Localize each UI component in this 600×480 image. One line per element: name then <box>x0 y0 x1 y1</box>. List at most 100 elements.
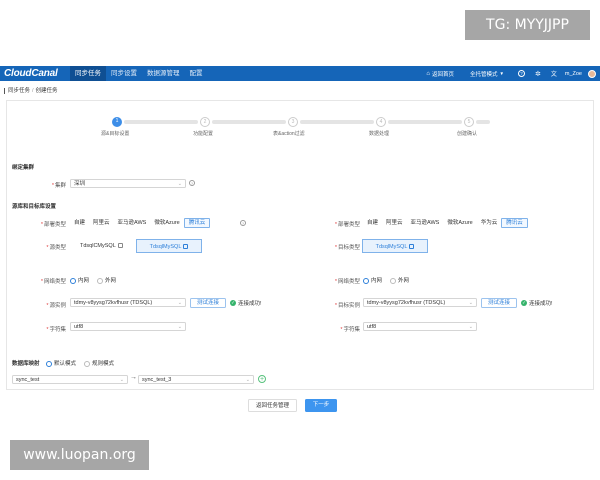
source-type-tdsqlmysql[interactable]: TdsqlMySQL <box>136 239 202 253</box>
target-test-connection-button[interactable]: 测试连接 <box>481 298 517 308</box>
source-deploy-label: *部署类型 <box>40 222 66 228</box>
target-deploy-options: 自建 阿里云 亚马逊AWS 微软Azure 华为云 腾讯云 <box>363 218 528 228</box>
mapping-target-db-select[interactable]: sync_test_3 ⌄ <box>138 375 254 384</box>
target-deploy-label: *部署类型 <box>334 222 360 228</box>
source-deploy-aws[interactable]: 亚马逊AWS <box>114 218 151 228</box>
target-network-extranet[interactable]: 外网 <box>390 276 409 284</box>
source-network-intranet[interactable]: 内网 <box>70 276 89 284</box>
check-icon: ✓ <box>521 300 527 306</box>
step-4-label: 数据处理 <box>369 131 390 137</box>
chevron-down-icon: ⌄ <box>468 324 473 330</box>
cluster-select[interactable]: 深圳 ⌄ <box>70 179 186 188</box>
gear-icon[interactable]: ✲ <box>535 70 541 78</box>
mapping-source-db-select[interactable]: sync_test ⌄ <box>12 375 128 384</box>
source-test-connection-button[interactable]: 测试连接 <box>190 298 226 308</box>
step-5-label: 创建确认 <box>457 131 478 137</box>
target-deploy-tencent[interactable]: 腾讯云 <box>501 218 528 228</box>
radio-on[interactable] <box>46 360 52 367</box>
target-deploy-azure[interactable]: 微软Azure <box>443 218 476 228</box>
db-section-title: 源库和目标库设置 <box>12 204 57 210</box>
database-icon <box>117 243 123 249</box>
chevron-down-icon: ⌄ <box>119 377 124 383</box>
target-charset-select[interactable]: utf8 ⌄ <box>363 322 477 331</box>
chevron-down-icon: ⌄ <box>177 324 182 330</box>
help-icon[interactable]: ? <box>240 220 246 226</box>
radio-off[interactable] <box>97 277 104 284</box>
radio-on[interactable] <box>70 277 76 284</box>
source-type-tdsqlcmysql[interactable]: TdsqlCMySQL <box>80 239 132 253</box>
target-instance-label: *目标实例 <box>334 303 360 309</box>
top-navbar: CloudCanal 同步任务 同步设置 数据源管理 配置 ⌂ 返回首页 全托管… <box>0 66 600 81</box>
watermark-bottom: www.luopan.org <box>10 440 149 470</box>
source-deploy-azure[interactable]: 微软Azure <box>150 218 183 228</box>
target-deploy-huawei[interactable]: 华为云 <box>477 218 502 228</box>
step-progress: 1 2 3 4 5 源&目标设置 功能配置 表&action过滤 数据处理 创建… <box>0 117 600 141</box>
breadcrumb-parent[interactable]: 同步任务 <box>8 88 30 94</box>
step-3-label: 表&action过滤 <box>273 131 305 137</box>
source-deploy-tencent[interactable]: 腾讯云 <box>183 218 211 228</box>
mode-label: 全托管模式 <box>470 71 498 78</box>
target-deploy-aliyun[interactable]: 阿里云 <box>382 218 407 228</box>
mapping-mode-default[interactable]: 默认模式 <box>46 359 76 367</box>
nav-tab-datasource[interactable]: 数据源管理 <box>142 66 185 81</box>
mapping-mode-radios: 默认模式 规则模式 <box>46 359 114 367</box>
source-deploy-aliyun[interactable]: 阿里云 <box>89 218 114 228</box>
chevron-down-icon: ⌄ <box>245 377 250 383</box>
watermark-top: TG: MYYJJPP <box>465 10 590 40</box>
source-instance-label: *源实例 <box>46 303 66 309</box>
home-link-label: 返回首页 <box>431 71 454 78</box>
step-connector <box>476 120 490 124</box>
source-charset-label: *字符集 <box>46 327 66 333</box>
nav-tab-config[interactable]: 配置 <box>185 66 208 81</box>
source-network-label: *网络类型 <box>40 279 66 285</box>
chevron-down-icon: ⌄ <box>177 300 182 306</box>
cluster-label: *集群 <box>51 183 66 189</box>
language-icon[interactable]: 文 <box>551 69 557 78</box>
mapping-section-title: 数据库映射 <box>12 361 40 367</box>
target-type-tdsqlmysql[interactable]: TdsqlMySQL <box>362 239 428 253</box>
source-network-extranet[interactable]: 外网 <box>97 276 116 284</box>
database-icon <box>183 244 189 250</box>
mode-dropdown[interactable]: 全托管模式 ▼ <box>470 70 504 78</box>
back-to-tasks-button[interactable]: 返回任务管理 <box>248 399 297 412</box>
source-network-radios: 内网 外网 <box>70 276 116 284</box>
radio-off[interactable] <box>390 277 397 284</box>
step-connector <box>124 120 198 124</box>
next-step-button[interactable]: 下一步 <box>305 399 337 412</box>
radio-off[interactable] <box>84 360 91 367</box>
step-5-circle: 5 <box>464 117 474 127</box>
target-network-intranet[interactable]: 内网 <box>363 276 382 284</box>
database-icon <box>409 244 415 250</box>
target-connection-status: ✓ 连接成功! <box>521 300 553 307</box>
target-network-label: *网络类型 <box>334 279 360 285</box>
breadcrumb: 同步任务 / 创建任务 <box>4 88 58 94</box>
help-icon[interactable]: ? <box>189 180 195 186</box>
source-type-label: *源类型 <box>46 245 66 251</box>
nav-tab-sync-settings[interactable]: 同步设置 <box>106 66 142 81</box>
mapping-mode-rule[interactable]: 规则模式 <box>84 359 114 367</box>
user-name[interactable]: m_Zoe <box>565 71 582 77</box>
step-2-label: 功能配置 <box>193 131 214 137</box>
chevron-down-icon: ⌄ <box>468 300 473 306</box>
source-deploy-self[interactable]: 自建 <box>70 218 89 228</box>
step-connector <box>212 120 286 124</box>
target-network-radios: 内网 外网 <box>363 276 409 284</box>
step-1-label: 源&目标设置 <box>101 131 130 137</box>
step-1-circle: 1 <box>112 117 122 127</box>
cluster-section-title: 绑定集群 <box>12 165 35 171</box>
home-link[interactable]: ⌂ 返回首页 <box>426 70 454 78</box>
app-logo[interactable]: CloudCanal <box>4 68 70 79</box>
target-deploy-aws[interactable]: 亚马逊AWS <box>407 218 444 228</box>
source-charset-select[interactable]: utf8 ⌄ <box>70 322 186 331</box>
chevron-down-icon: ⌄ <box>177 181 182 187</box>
step-connector <box>388 120 462 124</box>
target-deploy-self[interactable]: 自建 <box>363 218 382 228</box>
avatar[interactable] <box>588 69 596 78</box>
target-instance-select[interactable]: tdmy-v8yysg72kvfhusr (TDSQL) ⌄ <box>363 298 477 307</box>
source-deploy-options: 自建 阿里云 亚马逊AWS 微软Azure 腾讯云 <box>70 218 211 228</box>
nav-tab-sync-tasks[interactable]: 同步任务 <box>70 66 106 81</box>
source-instance-select[interactable]: tdmy-v8yysg72kvfhusr (TDSQL) ⌄ <box>70 298 186 307</box>
radio-on[interactable] <box>363 277 369 284</box>
add-mapping-icon[interactable]: + <box>258 375 266 383</box>
help-icon[interactable]: ? <box>517 70 525 77</box>
